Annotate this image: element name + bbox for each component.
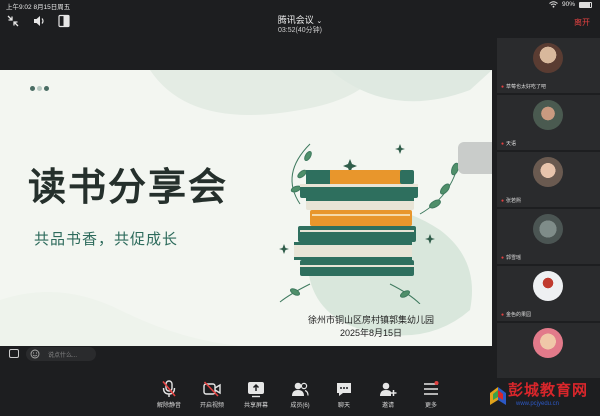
book-logo-icon — [490, 387, 506, 405]
battery-icon — [579, 1, 592, 8]
participant-name-row: ● 张若熙 — [501, 197, 522, 205]
participant-name-row: ● 草莓也太好吃了吧 — [501, 83, 547, 91]
start-video-label: 开启视频 — [199, 403, 224, 409]
slide-date: 2025年8月15日 — [339, 328, 403, 338]
book-stack-illustration — [279, 143, 461, 304]
battery-percent: 90% — [561, 1, 575, 8]
chat-icon — [337, 383, 351, 396]
chat-toggle-icon[interactable] — [9, 349, 19, 358]
mic-muted-icon: ● — [501, 197, 505, 204]
participant-name: 天语 — [506, 141, 517, 147]
share-screen-button[interactable]: 共享屏幕 — [234, 380, 278, 409]
start-video-button[interactable]: 开启视频 — [190, 380, 234, 409]
leave-button[interactable]: 离开 — [574, 17, 590, 28]
avatar — [533, 157, 563, 187]
site-watermark-logo: 彭城教育网 www.pcjyedu.cn — [488, 377, 598, 415]
video-off-icon — [203, 381, 221, 397]
participant-name-row: ● 郭雪瑶 — [501, 254, 522, 262]
participant-tile[interactable]: ● 郭雪瑶 — [497, 209, 600, 264]
mic-muted-icon: ● — [501, 254, 505, 261]
smile-icon — [30, 349, 40, 359]
participant-name: 草莓也太好吃了吧 — [506, 84, 547, 90]
avatar — [533, 328, 563, 358]
slide-dots-decor — [30, 86, 49, 91]
more-label: 更多 — [424, 403, 437, 409]
more-icon — [424, 381, 439, 395]
meeting-top-bar: 腾讯会议 ⌄ 03:52(40分钟) 离开 — [0, 10, 600, 38]
participant-tile[interactable]: ● 草莓也太好吃了吧 — [497, 38, 600, 93]
share-screen-label: 共享屏幕 — [243, 403, 268, 409]
shared-screen: 读书分享会 共品书香，共促成长 徐州市铜山区房村镇郭集幼儿园 2025年8月15… — [0, 70, 492, 346]
status-right: 90% — [549, 1, 592, 8]
members-button[interactable]: 成员(6) — [278, 380, 322, 409]
invite-label: 邀请 — [381, 403, 394, 409]
watermark-url: www.pcjyedu.cn — [516, 401, 560, 407]
chat-label: 聊天 — [337, 403, 350, 409]
status-bar: 上午9:02 8月15日周五 90% — [0, 0, 600, 11]
participant-tile[interactable]: ● 天语 — [497, 95, 600, 150]
participant-name: 张若熙 — [506, 198, 522, 204]
wifi-icon — [549, 1, 558, 8]
mic-muted-icon: ● — [501, 140, 505, 147]
avatar — [533, 43, 563, 73]
participant-panel: ● 草莓也太好吃了吧 ● 天语 ● 张若熙 ● 郭雪瑶 ● 金色的果园 — [497, 38, 600, 378]
mic-muted-icon: ● — [501, 311, 505, 318]
mic-muted-icon: ● — [501, 83, 505, 90]
share-screen-icon — [248, 382, 264, 398]
members-icon — [292, 382, 309, 396]
participant-tile[interactable] — [497, 323, 600, 378]
chevron-down-icon: ⌄ — [316, 18, 323, 25]
members-label: 成员(6) — [290, 403, 310, 409]
unmute-button[interactable]: 解除静音 — [147, 380, 191, 409]
floating-panel-handle[interactable] — [458, 142, 492, 174]
more-button[interactable]: 更多 — [409, 380, 453, 409]
participant-tile[interactable]: ● 金色的果园 — [497, 266, 600, 321]
watermark-title: 彭城教育网 — [508, 381, 589, 399]
chat-button[interactable]: 聊天 — [322, 380, 366, 409]
meeting-title-text: 腾讯会议 — [277, 15, 314, 25]
avatar — [533, 271, 563, 301]
participant-name-row: ● 金色的果园 — [501, 311, 532, 319]
participant-tile[interactable]: ● 张若熙 — [497, 152, 600, 207]
chat-placeholder: 说点什么... — [48, 353, 78, 359]
participant-name: 郭雪瑶 — [506, 255, 522, 261]
slide-organization: 徐州市铜山区房村镇郭集幼儿园 — [307, 316, 434, 326]
avatar — [533, 100, 563, 130]
chat-input[interactable]: 说点什么... — [26, 347, 96, 361]
invite-icon — [380, 382, 397, 396]
unmute-label: 解除静音 — [156, 403, 181, 409]
participant-name: 金色的果园 — [506, 312, 532, 318]
slide-title: 读书分享会 — [28, 165, 229, 209]
avatar — [533, 214, 563, 244]
invite-button[interactable]: 邀请 — [366, 380, 410, 409]
slide-subtitle: 共品书香，共促成长 — [34, 230, 179, 248]
meeting-duration: 03:52(40分钟) — [278, 27, 322, 34]
participant-name-row: ● 天语 — [501, 140, 517, 148]
mic-muted-icon — [162, 380, 176, 397]
